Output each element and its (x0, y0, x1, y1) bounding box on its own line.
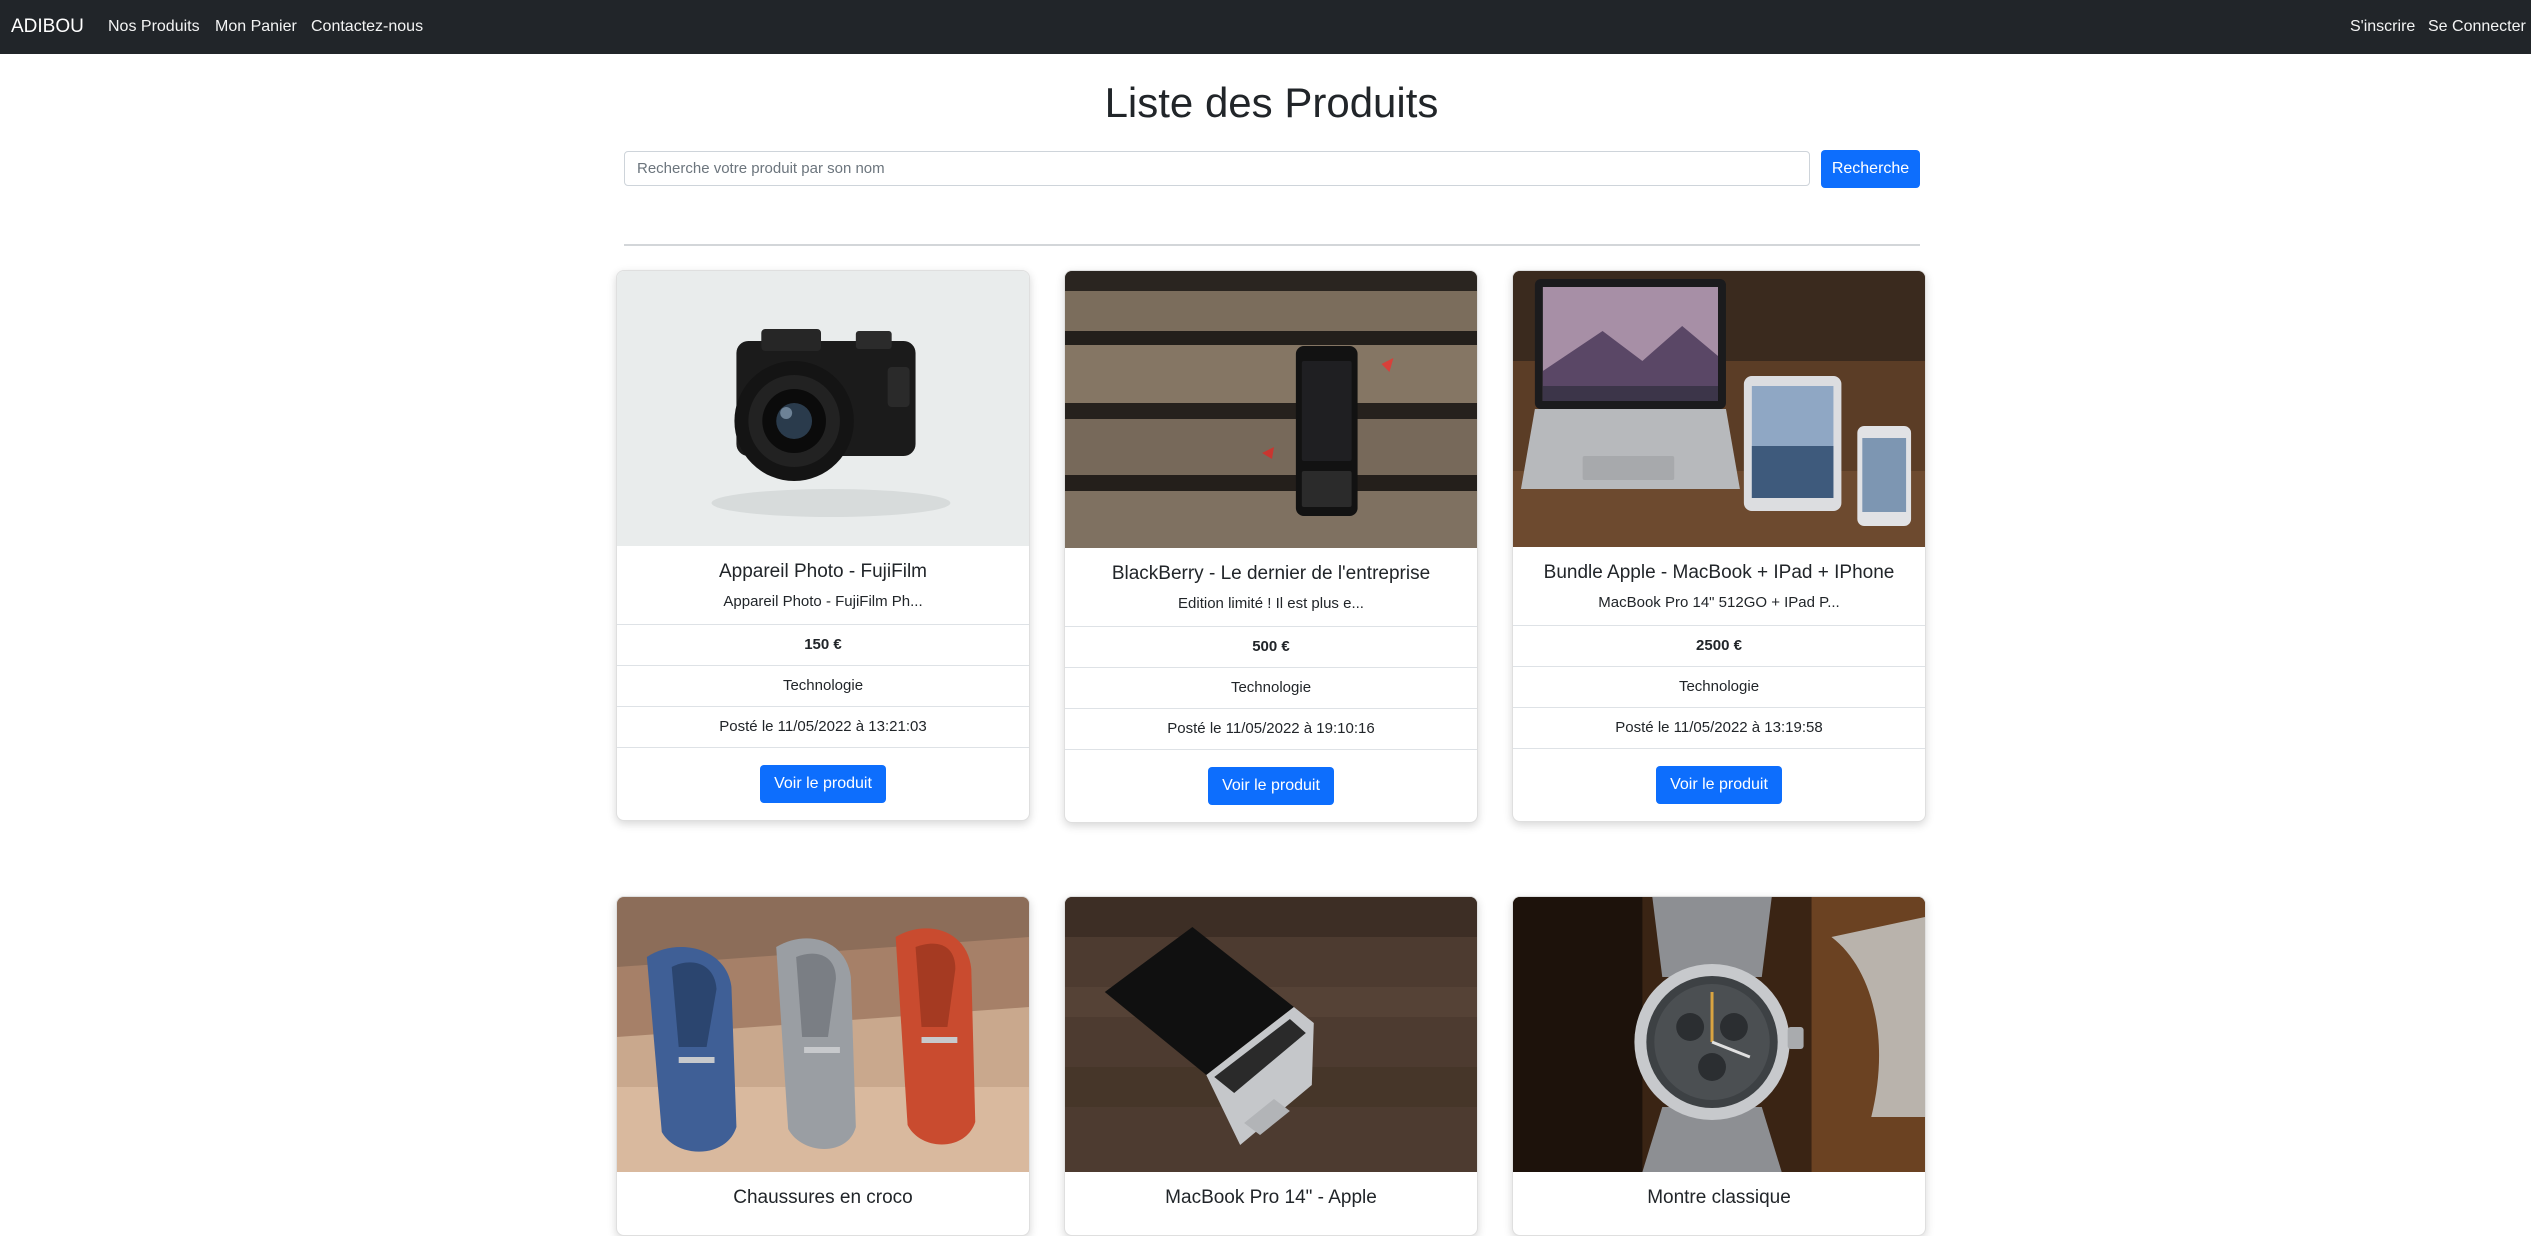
product-date: Posté le 11/05/2022 à 19:10:16 (1065, 708, 1477, 749)
product-date: Posté le 11/05/2022 à 13:21:03 (617, 706, 1029, 747)
product-title: Appareil Photo - FujiFilm (718, 561, 928, 582)
product-price: 150 € (617, 624, 1029, 665)
product-card: Bundle Apple - MacBook + IPad + IPhone M… (1512, 270, 1926, 822)
product-description: Edition limité ! Il est plus e... (1178, 595, 1364, 612)
product-title: Chaussures en croco (733, 1187, 913, 1208)
product-card: Chaussures en croco (616, 896, 1030, 1236)
card-footer: Voir le produit (1513, 748, 1925, 821)
product-title: Bundle Apple - MacBook + IPad + IPhone (1543, 562, 1895, 583)
nav-link-products[interactable]: Nos Produits (108, 17, 200, 37)
view-product-button[interactable]: Voir le produit (1208, 767, 1334, 805)
devices-photo-icon[interactable] (1513, 271, 1925, 547)
search-input[interactable] (624, 151, 1810, 186)
page-title: Liste des Produits (1104, 79, 1439, 126)
laptop-photo-icon[interactable] (1065, 897, 1477, 1172)
nav-link-cart[interactable]: Mon Panier (215, 17, 297, 37)
product-category: Technologie (1513, 666, 1925, 707)
nav-link-register[interactable]: S'inscrire (2350, 17, 2415, 37)
card-footer: Voir le produit (617, 747, 1029, 820)
product-price: 500 € (1065, 626, 1477, 667)
product-category: Technologie (1065, 667, 1477, 708)
shoes-photo-icon[interactable] (617, 897, 1029, 1172)
product-card: Appareil Photo - FujiFilm Appareil Photo… (616, 270, 1030, 821)
product-card: Montre classique (1512, 896, 1926, 1236)
product-price: 2500 € (1513, 625, 1925, 666)
product-title: BlackBerry - Le dernier de l'entreprise (1111, 563, 1431, 584)
watch-photo-icon[interactable] (1513, 897, 1925, 1172)
product-category: Technologie (617, 665, 1029, 706)
view-product-button[interactable]: Voir le produit (760, 765, 886, 803)
card-footer: Voir le produit (1065, 749, 1477, 822)
search-button[interactable]: Recherche (1821, 150, 1920, 188)
brand-link[interactable]: ADIBOU (11, 15, 84, 39)
navbar: ADIBOU Nos Produits Mon Panier Contactez… (0, 0, 2531, 54)
divider (624, 244, 1920, 246)
product-card: BlackBerry - Le dernier de l'entreprise … (1064, 270, 1478, 823)
nav-link-login[interactable]: Se Connecter (2428, 17, 2526, 37)
product-title: MacBook Pro 14" - Apple (1165, 1187, 1377, 1208)
product-card: MacBook Pro 14" - Apple (1064, 896, 1478, 1236)
product-description: Appareil Photo - FujiFilm Ph... (723, 593, 923, 610)
nav-link-contact[interactable]: Contactez-nous (311, 17, 423, 37)
smartphone-photo-icon[interactable] (1065, 271, 1477, 548)
product-title: Montre classique (1647, 1187, 1791, 1208)
product-date: Posté le 11/05/2022 à 13:19:58 (1513, 707, 1925, 748)
view-product-button[interactable]: Voir le produit (1656, 766, 1782, 804)
camera-photo-icon[interactable] (617, 271, 1029, 546)
product-description: MacBook Pro 14" 512GO + IPad P... (1598, 594, 1840, 611)
